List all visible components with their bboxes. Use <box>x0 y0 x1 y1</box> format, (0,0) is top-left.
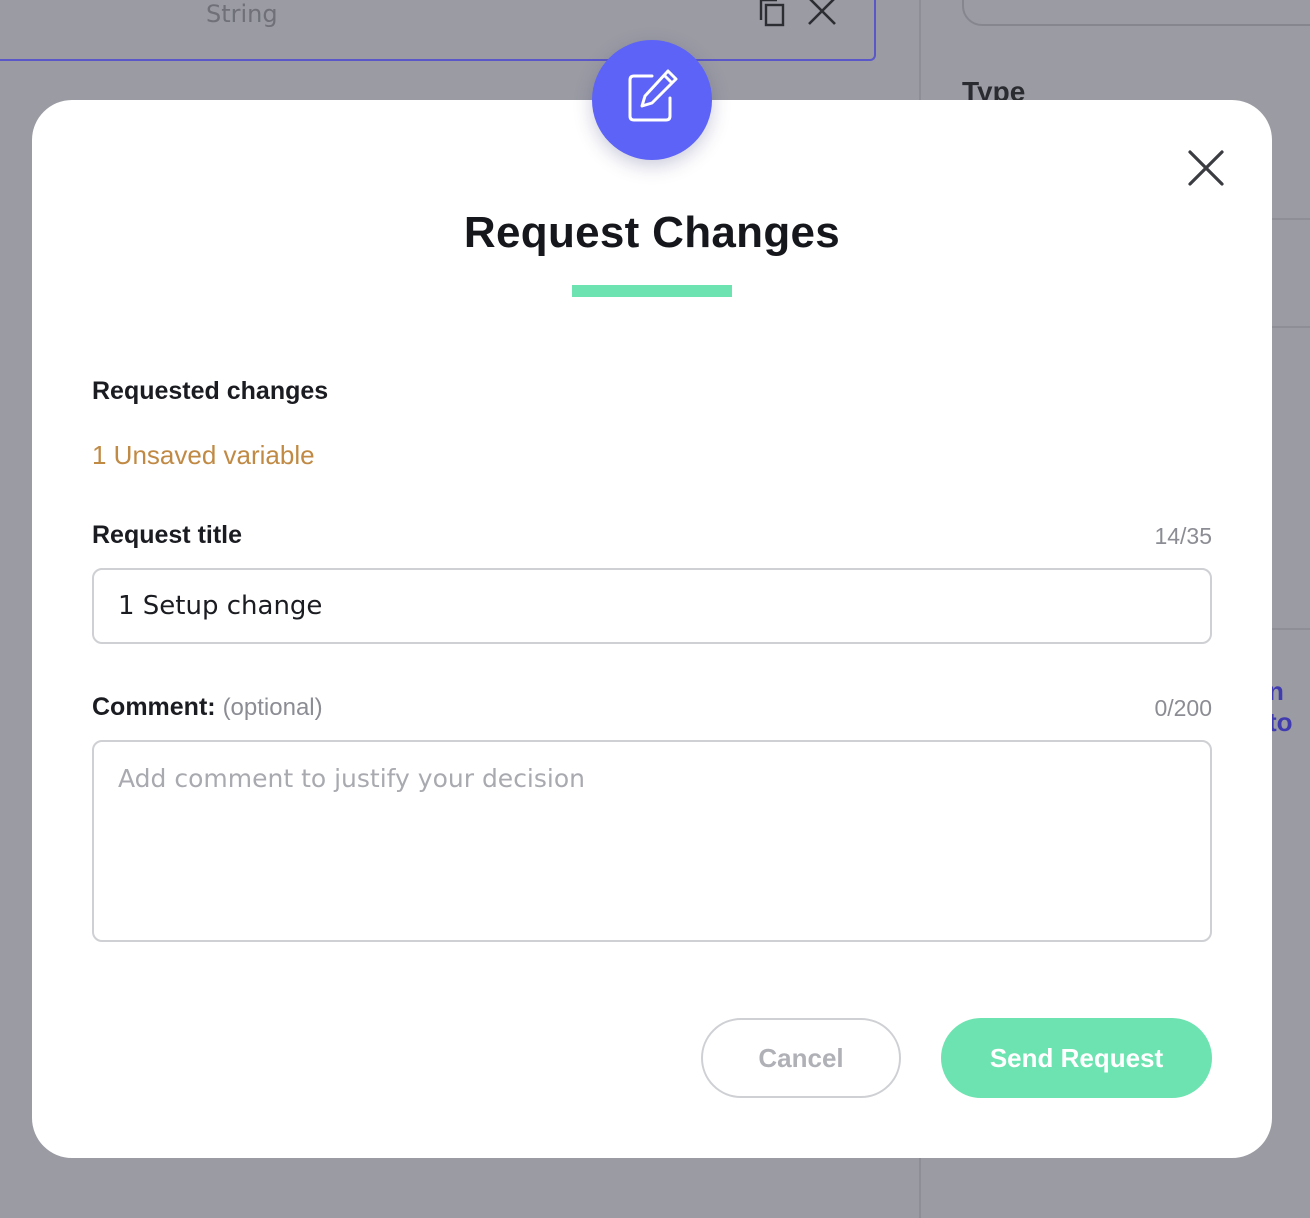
request-changes-dialog: Request Changes Requested changes 1 Unsa… <box>32 100 1272 1158</box>
close-icon[interactable] <box>1186 148 1226 188</box>
comment-label: Comment: <box>92 693 216 721</box>
request-title-input[interactable] <box>92 568 1212 644</box>
send-request-button[interactable]: Send Request <box>941 1018 1212 1098</box>
edit-icon <box>622 68 682 133</box>
close-icon[interactable] <box>804 0 840 28</box>
cancel-button[interactable]: Cancel <box>701 1018 901 1098</box>
variable-type-label: String <box>206 0 278 28</box>
requested-changes-label: Requested changes <box>92 377 329 405</box>
copy-icon[interactable] <box>756 0 788 28</box>
comment-optional-hint: (optional) <box>222 694 323 721</box>
edit-badge <box>592 40 712 160</box>
comment-textarea[interactable] <box>92 740 1212 942</box>
request-title-counter: 14/35 <box>1154 523 1212 549</box>
panel-row-divider <box>1270 628 1310 630</box>
comment-counter: 0/200 <box>1154 695 1212 721</box>
panel-link[interactable]: n to <box>1268 676 1310 738</box>
panel-row-divider <box>1270 218 1310 220</box>
request-title-label: Request title <box>92 521 243 549</box>
panel-row-divider <box>1270 326 1310 328</box>
panel-search-field[interactable] <box>962 0 1310 26</box>
dialog-title: Request Changes <box>463 208 841 257</box>
variable-field: String <box>0 0 876 61</box>
title-underline <box>572 285 732 297</box>
unsaved-variable-count: 1 Unsaved variable <box>92 440 315 470</box>
comment-label-row: Comment: (optional) <box>92 693 323 722</box>
